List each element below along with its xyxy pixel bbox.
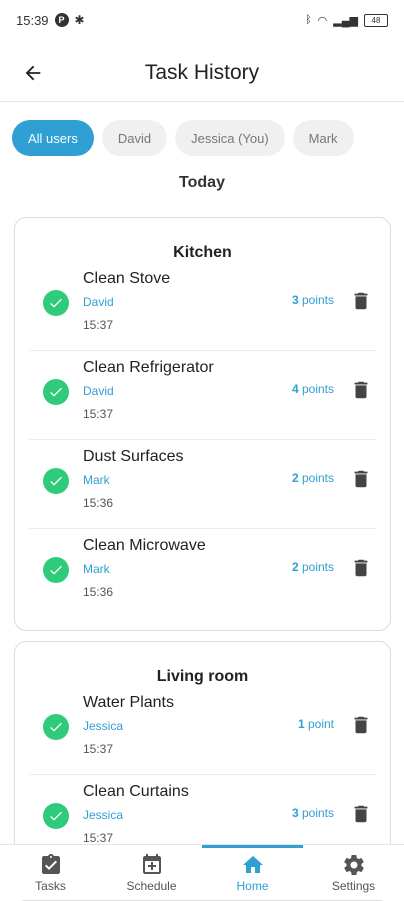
home-icon — [242, 855, 263, 873]
delete-button[interactable] — [348, 377, 374, 403]
task-name: Clean Stove — [83, 270, 171, 287]
battery-level: 48 — [371, 15, 381, 25]
task-user: David — [83, 384, 114, 398]
task-time: 15:37 — [83, 318, 114, 332]
delete-button[interactable] — [348, 801, 374, 827]
check-circle-icon — [43, 557, 69, 583]
task-points: 3 points — [292, 806, 334, 820]
points-value: 4 — [291, 382, 299, 396]
chip-david[interactable]: David — [101, 120, 168, 156]
points-unit: point — [304, 717, 334, 731]
nav-label: Tasks — [35, 878, 66, 893]
group-card-kitchen: Kitchen Clean Stove David 15:37 3 points… — [14, 217, 391, 631]
points-value: 2 — [291, 560, 299, 574]
trash-icon — [354, 381, 368, 399]
delete-button[interactable] — [348, 712, 374, 738]
nav-label: Schedule — [126, 878, 177, 893]
nav-tasks[interactable]: Tasks — [0, 845, 101, 900]
nav-settings[interactable]: Settings — [303, 845, 404, 900]
trash-icon — [354, 716, 368, 734]
bluetooth-icon: ᛒ — [305, 14, 312, 26]
task-name: Dust Surfaces — [83, 448, 184, 465]
task-user: David — [83, 295, 114, 309]
status-bar: 15:39 P ✱ ᛒ ◠ ▂▄▆ 48 — [0, 0, 404, 40]
nav-label: Settings — [331, 878, 376, 893]
delete-button[interactable] — [348, 466, 374, 492]
task-row: Dust Surfaces Mark 15:36 2 points — [29, 440, 376, 529]
task-user: Mark — [83, 562, 110, 576]
page-title: Task History — [144, 60, 260, 84]
delete-button[interactable] — [348, 555, 374, 581]
trash-icon — [354, 559, 368, 577]
wifi-icon: ◠ — [317, 14, 328, 27]
task-row: Water Plants Jessica 15:37 1 point — [29, 686, 376, 775]
task-time: 15:37 — [83, 831, 114, 845]
status-time: 15:39 — [16, 12, 49, 28]
check-circle-icon — [43, 803, 69, 829]
task-points: 1 point — [298, 717, 334, 731]
points-unit: points — [298, 806, 334, 820]
delete-button[interactable] — [348, 288, 374, 314]
task-name: Clean Curtains — [83, 783, 189, 800]
fan-icon: ✱ — [74, 13, 85, 27]
trash-icon — [354, 470, 368, 488]
task-row: Clean Microwave Mark 15:36 2 points — [29, 529, 376, 618]
points-unit: points — [298, 382, 334, 396]
chip-all-users[interactable]: All users — [12, 120, 94, 156]
chip-mark[interactable]: Mark — [292, 120, 354, 156]
check-circle-icon — [43, 714, 69, 740]
task-name: Clean Microwave — [83, 537, 206, 554]
user-filter-chips: All users David Jessica (You) Mark — [12, 120, 354, 156]
nav-home[interactable]: Home — [202, 845, 303, 900]
task-points: 3 points — [292, 293, 334, 307]
chip-jessica[interactable]: Jessica (You) — [175, 120, 285, 156]
nav-label: Home — [236, 878, 269, 893]
bottom-nav: Tasks Schedule Home Settings — [0, 844, 404, 900]
task-name: Water Plants — [83, 694, 174, 711]
trash-icon — [354, 805, 368, 823]
points-value: 3 — [291, 293, 299, 307]
back-button[interactable] — [18, 58, 48, 88]
task-user: Mark — [83, 473, 110, 487]
clipboard-check-icon — [41, 853, 60, 874]
points-unit: points — [298, 293, 334, 307]
points-unit: points — [298, 471, 334, 485]
task-points: 4 points — [292, 382, 334, 396]
group-title: Kitchen — [173, 244, 232, 261]
task-row: Clean Stove David 15:37 3 points — [29, 262, 376, 351]
check-circle-icon — [43, 290, 69, 316]
gear-icon — [343, 854, 364, 875]
signal-icon: ▂▄▆ — [333, 14, 358, 27]
task-user: Jessica — [83, 719, 124, 733]
task-time: 15:36 — [83, 496, 114, 510]
status-right: ᛒ ◠ ▂▄▆ 48 — [305, 13, 388, 27]
points-value: 1 — [297, 717, 305, 731]
task-user: Jessica — [83, 808, 124, 822]
check-circle-icon — [43, 468, 69, 494]
day-heading: Today — [179, 174, 225, 191]
points-value: 3 — [291, 806, 299, 820]
task-points: 2 points — [292, 471, 334, 485]
group-title: Living room — [156, 668, 249, 685]
task-points: 2 points — [292, 560, 334, 574]
check-circle-icon — [43, 379, 69, 405]
points-unit: points — [298, 560, 334, 574]
task-time: 15:37 — [83, 742, 114, 756]
task-row: Clean Refrigerator David 15:37 4 points — [29, 351, 376, 440]
battery-icon: 48 — [364, 13, 388, 27]
notification-icon: P — [54, 13, 69, 27]
calendar-plus-icon — [142, 853, 161, 874]
trash-icon — [354, 292, 368, 310]
task-time: 15:37 — [83, 407, 114, 421]
task-time: 15:36 — [83, 585, 114, 599]
app-bar: Task History — [0, 44, 404, 102]
arrow-left-icon — [25, 65, 41, 81]
status-left: 15:39 P ✱ — [16, 13, 85, 28]
task-name: Clean Refrigerator — [83, 359, 214, 376]
points-value: 2 — [291, 471, 299, 485]
nav-schedule[interactable]: Schedule — [101, 845, 202, 900]
